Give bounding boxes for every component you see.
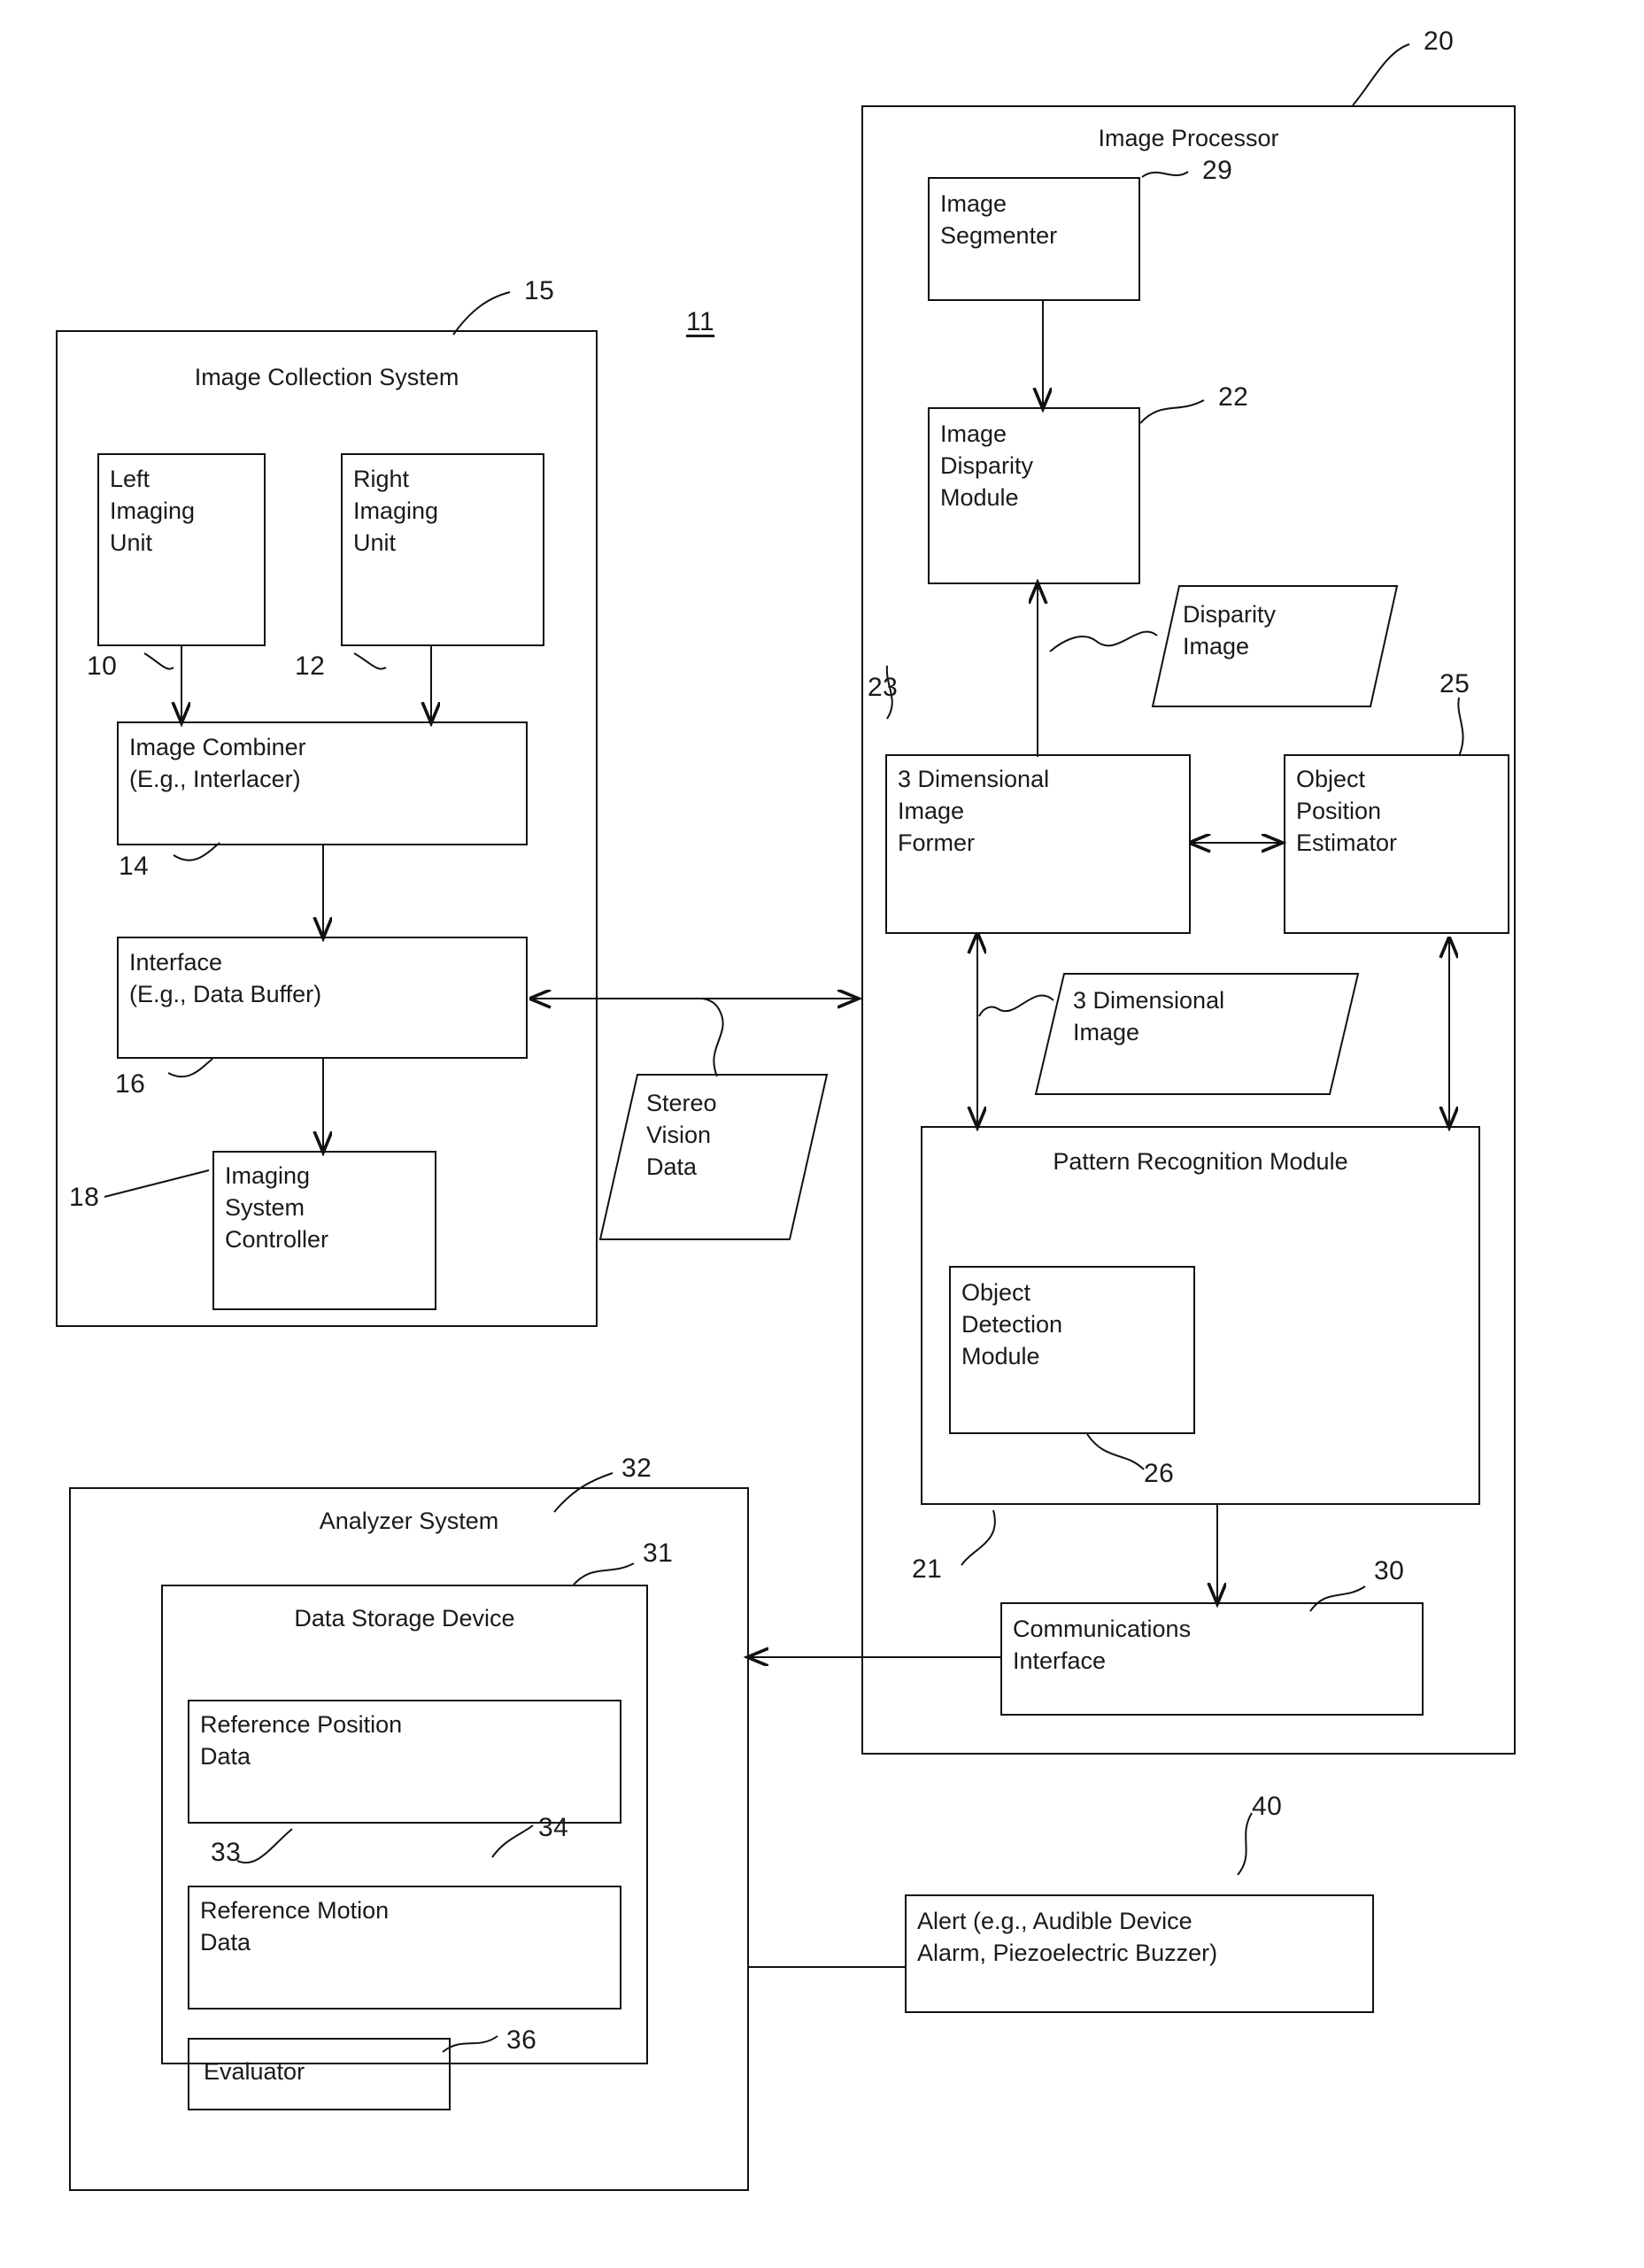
disparity-image-label: Disparity Image [1183, 601, 1277, 660]
patent-figure-canvas: 11 Image Collection System 15 Left Imagi… [0, 0, 1644, 2268]
reference-30: 30 [1374, 1556, 1405, 1585]
object-position-estimator-label: Object Position Estimator [1296, 766, 1398, 857]
reference-21: 21 [912, 1554, 943, 1584]
image-disparity-module-label: Image Disparity Module [940, 420, 1034, 512]
reference-33: 33 [211, 1838, 242, 1867]
interface-label: Interface (E.g., Data Buffer) [129, 949, 322, 1008]
reference-40: 40 [1252, 1792, 1283, 1821]
image-collection-system-title: Image Collection System [194, 364, 459, 390]
object-detection-module-label: Object Detection Module [961, 1279, 1063, 1370]
reference-12: 12 [295, 652, 326, 681]
three-dimensional-image-label: 3 Dimensional Image [1073, 987, 1225, 1046]
reference-10: 10 [87, 652, 118, 681]
imaging-system-controller-label: Imaging System Controller [225, 1162, 329, 1254]
pattern-recognition-module-title: Pattern Recognition Module [1053, 1148, 1348, 1175]
stereo-vision-data-label: Stereo Vision Data [646, 1090, 717, 1181]
reference-32: 32 [621, 1454, 652, 1483]
reference-20: 20 [1424, 27, 1455, 56]
image-combiner-label: Image Combiner (E.g., Interlacer) [129, 734, 306, 793]
system-reference-11: 11 [686, 307, 715, 336]
reference-25: 25 [1439, 669, 1470, 698]
reference-motion-data-label: Reference Motion Data [200, 1897, 390, 1956]
image-segmenter-label: Image Segmenter [940, 190, 1058, 250]
alert-label: Alert (e.g., Audible Device Alarm, Piezo… [917, 1908, 1218, 1967]
reference-34: 34 [538, 1813, 569, 1842]
reference-position-data-label: Reference Position Data [200, 1711, 403, 1770]
reference-29: 29 [1202, 156, 1233, 185]
reference-15: 15 [524, 276, 555, 305]
left-imaging-unit-label: Left Imaging Unit [110, 466, 196, 557]
reference-16: 16 [115, 1069, 146, 1099]
reference-22: 22 [1218, 382, 1249, 412]
reference-26: 26 [1144, 1459, 1175, 1488]
reference-18: 18 [69, 1183, 100, 1212]
right-imaging-unit-label: Right Imaging Unit [353, 466, 439, 557]
reference-31: 31 [643, 1539, 674, 1568]
evaluator-label: Evaluator [204, 2058, 305, 2085]
reference-23: 23 [868, 673, 899, 702]
image-processor-title: Image Processor [1098, 125, 1279, 151]
reference-14: 14 [119, 852, 150, 881]
three-dimensional-image-former-label: 3 Dimensional Image Former [898, 766, 1050, 857]
communications-interface-label: Communications Interface [1013, 1616, 1192, 1675]
analyzer-system-title: Analyzer System [319, 1508, 499, 1534]
reference-36: 36 [506, 2025, 537, 2055]
data-storage-device-title: Data Storage Device [294, 1605, 515, 1632]
